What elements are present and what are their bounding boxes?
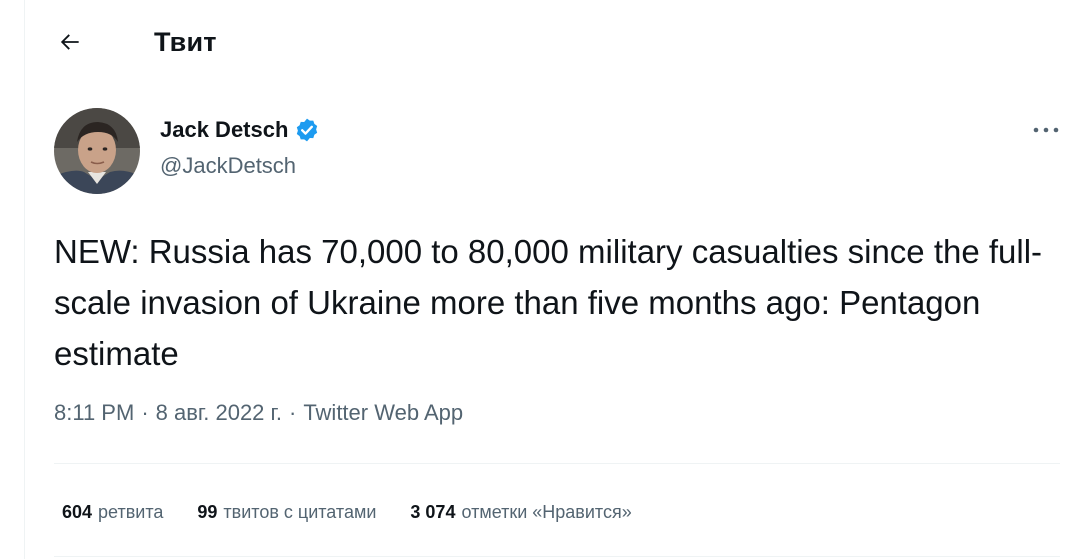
page-title: Твит [154, 27, 217, 57]
tweet-source[interactable]: Twitter Web App [303, 400, 463, 426]
header: Твит [0, 0, 1080, 90]
avatar-image [54, 108, 140, 194]
retweet-count: 604 [62, 502, 93, 522]
meta-separator: · [141, 400, 149, 425]
tweet-meta: 8:11 PM · 8 авг. 2022 г. · Twitter Web A… [54, 400, 463, 426]
divider [54, 463, 1060, 464]
retweets-stat[interactable]: 604 ретвита [62, 502, 163, 523]
tweet-page: Твит Jack Detsch @JackDetsch NEW: Russia… [0, 0, 1080, 559]
like-label: отметки «Нравится» [461, 502, 632, 522]
avatar[interactable] [54, 108, 140, 194]
meta-separator: · [288, 400, 297, 425]
back-button[interactable] [48, 20, 92, 64]
tweet-date[interactable]: 8 авг. 2022 г. [156, 400, 282, 426]
author-name[interactable]: Jack Detsch [160, 117, 288, 143]
more-options-button[interactable] [1026, 116, 1066, 144]
tweet-time[interactable]: 8:11 PM [54, 400, 134, 426]
like-count: 3 074 [410, 502, 456, 522]
tweet-text: NEW: Russia has 70,000 to 80,000 militar… [54, 233, 1043, 372]
verified-badge-icon [294, 117, 320, 143]
quote-count: 99 [197, 502, 218, 522]
arrow-left-icon [60, 34, 79, 50]
quote-label: твитов с цитатами [223, 502, 377, 522]
tweet-stats: 604 ретвита 99 твитов с цитатами 3 074 о… [62, 502, 666, 523]
author-handle[interactable]: @JackDetsch [160, 153, 296, 179]
likes-stat[interactable]: 3 074 отметки «Нравится» [410, 502, 631, 523]
quote-tweets-stat[interactable]: 99 твитов с цитатами [197, 502, 376, 523]
author-name-row: Jack Detsch [160, 117, 320, 143]
divider [54, 556, 1060, 557]
more-dots-icon [1033, 127, 1059, 133]
retweet-label: ретвита [98, 502, 164, 522]
